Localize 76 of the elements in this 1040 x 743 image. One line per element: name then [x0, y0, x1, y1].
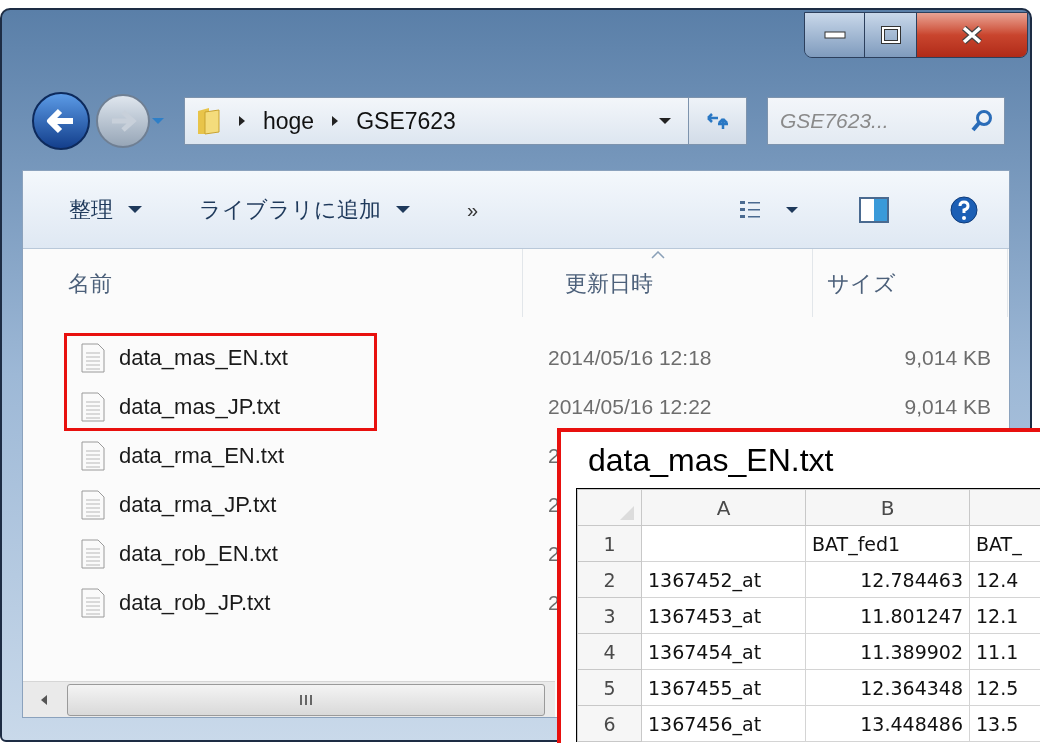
table-cell: 1367452_at: [641, 561, 806, 598]
row-number[interactable]: 3: [577, 597, 642, 634]
folder-icon: [195, 106, 221, 136]
minimize-icon: [823, 31, 846, 39]
grip-icon: [299, 693, 313, 706]
back-arrow-icon: [46, 108, 76, 134]
table-cell: 1367456_at: [641, 705, 806, 742]
file-name: data_rob_JP.txt: [119, 589, 271, 617]
forward-button[interactable]: [96, 94, 150, 148]
table-cell: 13.448486: [805, 705, 970, 742]
column-letter[interactable]: B: [805, 489, 970, 526]
file-name: data_rma_JP.txt: [119, 491, 277, 519]
table-cell: 1367455_at: [641, 669, 806, 706]
table-cell: 11.801247: [805, 597, 970, 634]
row-number[interactable]: 1: [577, 525, 642, 562]
column-header[interactable]: 名前: [23, 249, 523, 317]
minimize-button[interactable]: [805, 13, 865, 57]
table-cell: 1367454_at: [641, 633, 806, 670]
table-cell: 1367453_at: [641, 597, 806, 634]
scroll-left-arrow-icon[interactable]: [39, 693, 49, 706]
close-button[interactable]: [917, 13, 1027, 57]
text-file-icon: [81, 342, 105, 373]
refresh-button[interactable]: [689, 97, 747, 145]
text-file-icon: [81, 489, 105, 520]
file-name: data_mas_JP.txt: [119, 393, 281, 421]
address-bar[interactable]: hoge GSE7623: [184, 97, 689, 145]
file-row[interactable]: data_mas_EN.txt 2014/05/16 12:18 9,014 KB: [23, 333, 991, 382]
back-button[interactable]: [32, 92, 90, 150]
text-file-icon: [81, 538, 105, 569]
text-file-icon: [81, 391, 105, 422]
breadcrumb[interactable]: hoge: [263, 103, 315, 139]
caret-icon: [127, 205, 143, 214]
column-header[interactable]: 更新日時: [523, 249, 813, 317]
view-options-button[interactable]: [739, 198, 799, 221]
preview-pane-icon: [859, 196, 889, 223]
modified-date: 2014/05/16 12:22: [548, 393, 713, 420]
breadcrumb[interactable]: GSE7623: [356, 103, 456, 139]
maximize-button[interactable]: [865, 13, 917, 57]
file-name: data_rma_EN.txt: [119, 442, 285, 470]
file-size: 9,014 KB: [903, 344, 991, 371]
search-icon: [971, 109, 993, 133]
column-header[interactable]: サイズ: [813, 249, 1008, 317]
more-button[interactable]: »: [467, 194, 479, 225]
row-number[interactable]: 2: [577, 561, 642, 598]
file-row[interactable]: data_mas_JP.txt 2014/05/16 12:22 9,014 KB: [23, 382, 991, 431]
preview-title: data_mas_EN.txt: [587, 441, 834, 480]
text-file-icon: [81, 587, 105, 618]
preview-pane-button[interactable]: [859, 196, 889, 223]
row-number[interactable]: 4: [577, 633, 642, 670]
scrollbar-thumb[interactable]: [67, 683, 545, 716]
toolbar-menu-button[interactable]: ライブラリに追加: [199, 193, 411, 226]
table-cell: BAT_fed1: [805, 525, 970, 562]
column-letter[interactable]: A: [641, 489, 806, 526]
row-number[interactable]: 6: [577, 705, 642, 742]
table-cell: 11.389902: [805, 633, 970, 670]
maximize-icon: [880, 26, 901, 44]
toolbar-menu-button[interactable]: 整理: [69, 193, 143, 226]
modified-date: 2014/05/16 12:18: [548, 344, 713, 371]
table-cell: 12.784463: [805, 561, 970, 598]
chevron-icon: [237, 115, 247, 127]
details-view-icon: [739, 198, 761, 221]
caret-icon: [785, 205, 799, 214]
caret-icon: [395, 205, 411, 214]
refresh-arrows-icon: [705, 111, 730, 131]
row-number[interactable]: 5: [577, 669, 642, 706]
text-file-icon: [81, 440, 105, 471]
file-name: data_rob_EN.txt: [119, 540, 278, 568]
search-field[interactable]: GSE7623...: [767, 97, 1005, 145]
close-icon: [961, 25, 983, 45]
help-icon: [949, 194, 979, 225]
help-button[interactable]: [949, 194, 979, 225]
dropdown-caret-icon[interactable]: [658, 117, 672, 125]
file-name: data_mas_EN.txt: [119, 344, 288, 372]
file-size: 9,014 KB: [903, 393, 991, 420]
table-cell: 12.364348: [805, 669, 970, 706]
horizontal-scrollbar[interactable]: [23, 681, 555, 717]
